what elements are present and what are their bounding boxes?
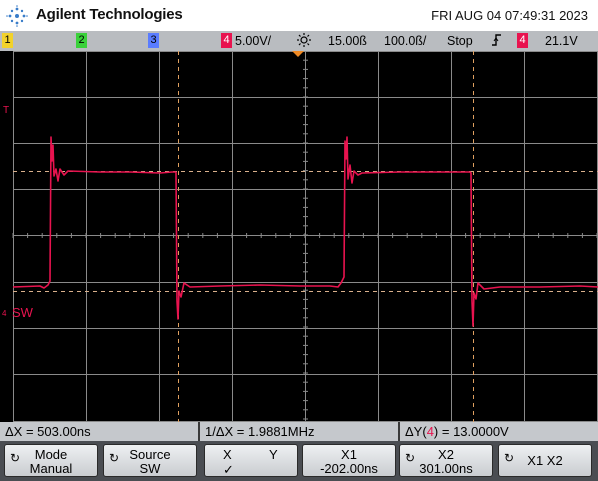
- channel-4-scale[interactable]: 5.00V/: [235, 33, 271, 49]
- waveform-display: T 4 SW: [2, 51, 598, 422]
- channel-3-indicator[interactable]: 3: [148, 33, 159, 48]
- trigger-source-indicator[interactable]: 4: [517, 33, 528, 48]
- delta-y-prefix: ΔY(: [405, 424, 427, 439]
- brand-name: Agilent Technologies: [36, 6, 183, 23]
- run-state[interactable]: Stop: [447, 33, 473, 49]
- delta-x-readout: ΔX = 503.00ns: [5, 424, 91, 439]
- mode-softkey[interactable]: ↻ Mode Manual: [4, 444, 98, 477]
- settings-bar: 1 2 3 4 5.00V/ 15.00ß 100.0ß/ Stop 4 21.…: [0, 31, 598, 51]
- x1-value: -202.00ns: [320, 461, 378, 476]
- trigger-level[interactable]: 21.1V: [545, 33, 578, 49]
- delta-y-readout: ΔY(4) = 13.0000V: [405, 424, 509, 439]
- y-option: Y: [269, 447, 278, 462]
- cursor-measurements-bar: ΔX = 503.00ns 1/ΔX = 1.9881MHz ΔY(4) = 1…: [0, 422, 598, 441]
- channel-1-indicator[interactable]: 1: [2, 33, 13, 48]
- rising-edge-icon: [491, 33, 503, 51]
- channel-4-name: SW: [12, 305, 34, 320]
- x2-value: 301.00ns: [419, 461, 473, 476]
- date-time: FRI AUG 04 07:49:31 2023: [431, 8, 588, 23]
- x1-x2-softkey[interactable]: ↻ X1 X2: [498, 444, 592, 477]
- divider: [198, 422, 200, 441]
- mode-title: Mode: [34, 447, 68, 462]
- delta-y-value: ) = 13.0000V: [433, 424, 509, 439]
- source-title: Source: [129, 447, 171, 462]
- mode-value: Manual: [29, 461, 73, 476]
- header-bar: Agilent Technologies FRI AUG 04 07:49:31…: [0, 0, 598, 31]
- channel-4-indicator[interactable]: 4: [221, 33, 232, 48]
- trigger-position-marker[interactable]: [292, 51, 304, 57]
- source-softkey[interactable]: ↻ Source SW: [103, 444, 197, 477]
- x1-x2-label: X1 X2: [527, 453, 563, 468]
- x2-title: X2: [438, 447, 454, 462]
- softkey-bar: ↻ Mode Manual ↻ Source SW X Y ✓ X1 -202.…: [0, 441, 598, 481]
- x-selected-check-icon: ✓: [223, 462, 234, 477]
- x1-softkey[interactable]: X1 -202.00ns: [302, 444, 396, 477]
- oscilloscope-screen: Agilent Technologies FRI AUG 04 07:49:31…: [0, 0, 598, 481]
- x2-softkey[interactable]: ↻ X2 301.00ns: [399, 444, 493, 477]
- x-option: X: [223, 447, 232, 462]
- graticule-ticks: [12, 51, 598, 420]
- horizontal-delay[interactable]: 15.00ß: [328, 33, 367, 49]
- inverse-delta-x-readout: 1/ΔX = 1.9881MHz: [205, 424, 315, 439]
- channel-4-ground-label: 4: [2, 309, 7, 318]
- x1-title: X1: [341, 447, 357, 462]
- x-y-softkey[interactable]: X Y ✓: [204, 444, 298, 477]
- horizontal-delay-icon: [296, 33, 312, 51]
- source-value: SW: [139, 461, 161, 476]
- channel-2-indicator[interactable]: 2: [76, 33, 87, 48]
- delta-y-channel: 4: [426, 424, 434, 439]
- agilent-spark-icon: [6, 5, 28, 27]
- divider: [398, 422, 400, 441]
- time-base[interactable]: 100.0ß/: [384, 33, 426, 49]
- trigger-level-marker: T: [3, 105, 9, 116]
